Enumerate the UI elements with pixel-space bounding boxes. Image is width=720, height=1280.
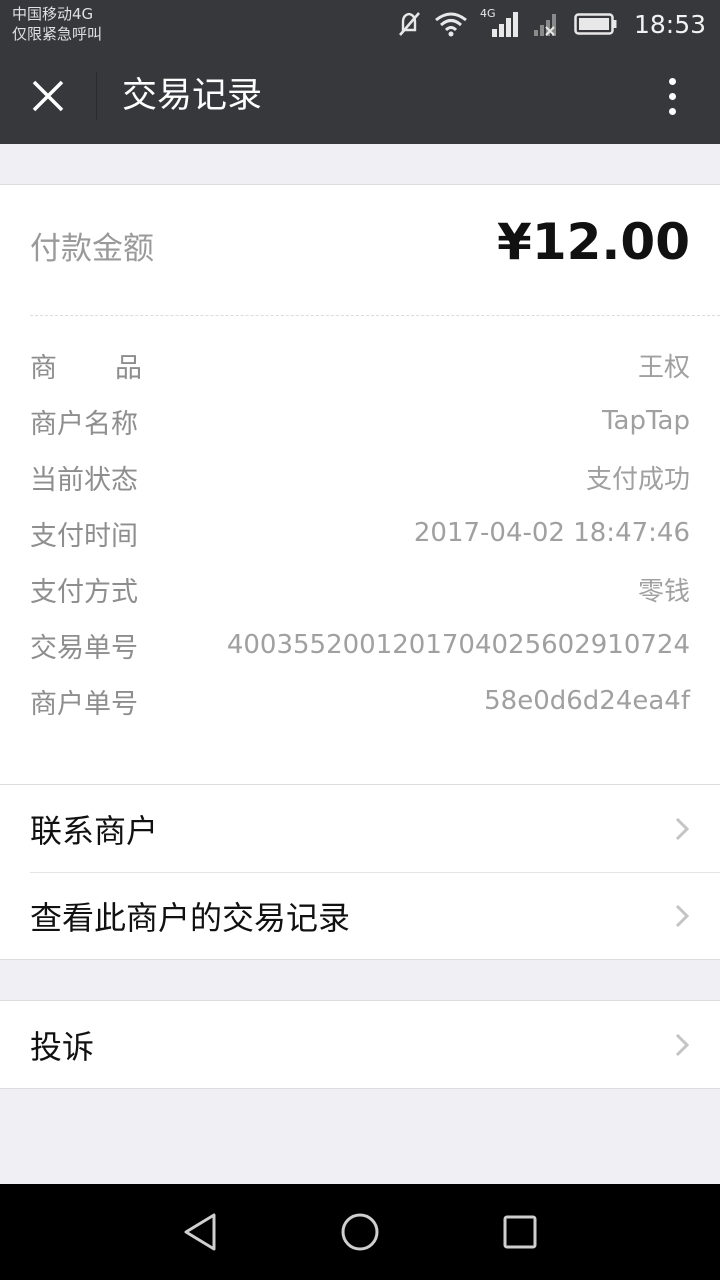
detail-value: 4003552001201704025602910724 (226, 630, 690, 660)
detail-row-merchant-order-id: 商户单号 58e0d6d24ea4f (30, 673, 690, 729)
emergency-only-label: 仅限紧急呼叫 (12, 25, 103, 43)
contact-merchant-item[interactable]: 联系商户 (0, 785, 720, 872)
detail-label: 商户单号 (30, 688, 138, 720)
complaint-item[interactable]: 投诉 (0, 1001, 720, 1088)
merchant-actions: 联系商户 查看此商户的交易记录 (0, 784, 720, 960)
detail-value: 2017-04-02 18:47:46 (413, 518, 690, 548)
close-icon (32, 80, 64, 112)
back-icon (184, 1213, 216, 1251)
carrier-name: 中国移动4G (12, 5, 94, 23)
clock: 18:53 (633, 9, 706, 39)
detail-label: 支付时间 (30, 520, 138, 552)
wifi-icon (435, 12, 467, 37)
chevron-right-icon (675, 904, 690, 928)
detail-label: 交易单号 (30, 632, 138, 664)
home-button[interactable] (336, 1208, 384, 1256)
detail-row-transaction-id: 交易单号 4003552001201704025602910724 (30, 617, 690, 673)
chevron-right-icon (675, 817, 690, 841)
more-options-button[interactable] (648, 72, 696, 120)
home-icon (341, 1213, 379, 1251)
detail-row-status: 当前状态 支付成功 (30, 449, 690, 505)
amount-label: 付款金额 (30, 231, 154, 267)
dashed-divider (30, 315, 720, 316)
menu-item-label: 联系商户 (30, 811, 159, 850)
status-bar: 中国移动4G 仅限紧急呼叫 4G 18:53 (0, 0, 720, 48)
page-title: 交易记录 (122, 76, 263, 116)
title-bar: 交易记录 (0, 48, 720, 144)
detail-label: 支付方式 (30, 576, 138, 608)
detail-value: 零钱 (637, 576, 690, 607)
network-type-label: 4G (479, 7, 496, 20)
detail-value: 王权 (637, 352, 690, 383)
amount-value: ¥12.00 (497, 213, 690, 271)
detail-label: 当前状态 (30, 464, 138, 496)
detail-value: 58e0d6d24ea4f (484, 686, 690, 716)
detail-value: 支付成功 (585, 464, 690, 495)
detail-label: 商品 (30, 352, 200, 384)
complaint-section: 投诉 (0, 1000, 720, 1089)
mute-icon (398, 12, 420, 36)
detail-row-product: 商品 王权 (30, 337, 690, 393)
merchant-transactions-item[interactable]: 查看此商户的交易记录 (0, 872, 720, 959)
detail-label: 商户名称 (30, 408, 138, 440)
detail-row-payment-time: 支付时间 2017-04-02 18:47:46 (30, 505, 690, 561)
recents-icon (503, 1215, 537, 1249)
chevron-right-icon (675, 1033, 690, 1057)
detail-value: TapTap (601, 406, 690, 436)
title-divider (96, 72, 97, 120)
battery-icon (574, 13, 617, 35)
signal-icon: 4G (479, 7, 520, 39)
no-signal-icon (533, 14, 556, 36)
detail-row-merchant-name: 商户名称 TapTap (30, 393, 690, 449)
detail-list: 商品 王权 商户名称 TapTap 当前状态 支付成功 支付时间 2017-04… (30, 337, 690, 729)
close-button[interactable] (18, 66, 78, 126)
back-button[interactable] (176, 1208, 224, 1256)
menu-item-label: 查看此商户的交易记录 (30, 898, 351, 937)
navigation-bar (0, 1184, 720, 1280)
more-vertical-icon (668, 77, 676, 85)
carrier-info: 中国移动4G 仅限紧急呼叫 (12, 4, 102, 44)
transaction-detail-card: 付款金额 ¥12.00 商品 王权 商户名称 TapTap 当前状态 支付成功 … (0, 184, 720, 784)
menu-item-label: 投诉 (30, 1027, 95, 1066)
detail-row-payment-method: 支付方式 零钱 (30, 561, 690, 617)
recents-button[interactable] (496, 1208, 544, 1256)
